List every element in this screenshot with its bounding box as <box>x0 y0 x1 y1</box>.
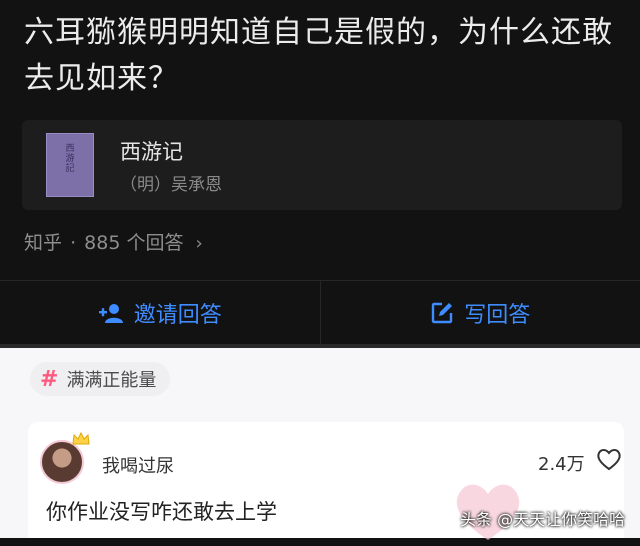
book-cover: 西游記 <box>46 133 94 197</box>
invite-answer-button[interactable]: 邀请回答 <box>0 281 320 345</box>
watermark: 头条 @天天让你笑哈哈 <box>460 506 625 530</box>
book-cover-text: 西游記 <box>64 144 76 174</box>
question-panel: 六耳猕猴明明知道自己是假的，为什么还敢去见如来？ 西游記 西游记 （明）吴承恩 … <box>0 0 640 348</box>
book-author: （明）吴承恩 <box>120 170 222 195</box>
add-person-icon <box>98 302 124 324</box>
write-answer-label: 写回答 <box>464 297 530 329</box>
comment-username[interactable]: 我喝过尿 <box>102 452 174 478</box>
book-card[interactable]: 西游記 西游记 （明）吴承恩 <box>22 120 622 210</box>
comment-text: 你作业没写咋还敢去上学 <box>46 496 277 526</box>
book-title: 西游记 <box>120 136 183 166</box>
avatar[interactable] <box>40 440 84 484</box>
like-count: 2.4万 <box>538 450 585 476</box>
chevron-right-icon: › <box>196 233 203 254</box>
meta-separator: · <box>70 232 76 254</box>
question-title[interactable]: 六耳猕猴明明知道自己是假的，为什么还敢去见如来？ <box>24 10 624 102</box>
write-answer-button[interactable]: 写回答 <box>320 281 640 345</box>
heart-icon[interactable] <box>596 448 622 472</box>
topic-tag-label: 满满正能量 <box>66 366 156 392</box>
answer-meta[interactable]: 知乎 · 885 个回答 › <box>24 228 205 255</box>
answer-count: 885 个回答 <box>84 232 183 254</box>
edit-icon <box>430 301 454 325</box>
hashtag-icon: # <box>40 367 58 392</box>
source-label: 知乎 <box>24 232 62 254</box>
invite-answer-label: 邀请回答 <box>134 297 222 329</box>
crown-icon <box>72 432 90 446</box>
topic-tag[interactable]: # 满满正能量 <box>30 362 170 396</box>
action-bar: 邀请回答 写回答 <box>0 280 640 345</box>
